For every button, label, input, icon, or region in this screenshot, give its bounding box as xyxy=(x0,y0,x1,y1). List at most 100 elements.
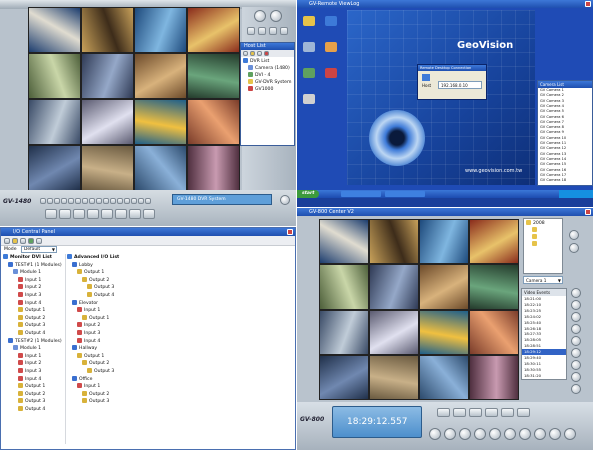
tree-item[interactable]: Output 1 xyxy=(18,383,45,390)
camera-view[interactable] xyxy=(187,7,240,53)
camera-number-button[interactable] xyxy=(82,198,88,204)
tree-item[interactable]: Output 3 xyxy=(18,322,45,329)
toolbar-help-icon[interactable] xyxy=(36,238,42,244)
camera-view[interactable] xyxy=(134,99,187,145)
dvr-function-button[interactable] xyxy=(73,209,85,219)
toolbar-delete-icon[interactable] xyxy=(250,51,255,56)
tree-item[interactable]: Office xyxy=(72,375,92,383)
tree-item[interactable]: Output 4 xyxy=(87,292,114,299)
tree-item[interactable]: Output 3 xyxy=(18,398,45,405)
tree-header[interactable]: Monitor DVI List xyxy=(3,254,52,261)
tree-item[interactable]: Output 2 xyxy=(18,390,45,398)
host-list-item[interactable]: DVI - 4 xyxy=(248,72,270,79)
camera-view[interactable] xyxy=(469,354,519,400)
tree-item[interactable]: Output 1 xyxy=(18,307,45,314)
dvr-pad-button[interactable] xyxy=(258,27,266,35)
side-control-button[interactable] xyxy=(571,288,581,298)
tree-item[interactable]: Input 3 xyxy=(18,368,41,375)
mode-button[interactable] xyxy=(469,408,482,417)
tree-item[interactable]: TEST#1 (1 Modules) xyxy=(8,261,62,269)
tree-item[interactable]: Output 2 xyxy=(82,390,109,398)
tree-header[interactable]: Advanced I/O List xyxy=(67,254,119,261)
playback-control-button[interactable] xyxy=(474,428,486,440)
mode-button[interactable] xyxy=(501,408,514,417)
close-icon[interactable] xyxy=(585,1,591,7)
nav-round-button[interactable] xyxy=(569,230,579,240)
camera-number-button[interactable] xyxy=(110,198,116,204)
camera-number-button[interactable] xyxy=(54,198,60,204)
camera-number-button[interactable] xyxy=(131,198,137,204)
playback-control-button[interactable] xyxy=(504,428,516,440)
tree-item[interactable]: Elevator xyxy=(72,299,98,307)
camera-view[interactable] xyxy=(81,145,134,191)
camera-view[interactable] xyxy=(81,53,134,99)
toolbar-connect-icon[interactable] xyxy=(264,51,269,56)
tree-item[interactable]: Output 2 xyxy=(82,276,109,284)
camera-view[interactable] xyxy=(369,264,419,310)
camera-view[interactable] xyxy=(319,264,369,310)
tree-item[interactable]: Lobby xyxy=(72,261,93,269)
camera-view[interactable] xyxy=(187,145,240,191)
mode-button[interactable] xyxy=(485,408,498,417)
camera-number-button[interactable] xyxy=(124,198,130,204)
tree-item[interactable]: Module 1 xyxy=(13,269,41,276)
camera-view[interactable] xyxy=(81,99,134,145)
camera-view[interactable] xyxy=(187,99,240,145)
tree-node[interactable] xyxy=(532,234,539,241)
camera-view[interactable] xyxy=(369,354,419,400)
playback-control-button[interactable] xyxy=(564,428,576,440)
tree-item[interactable]: Output 2 xyxy=(18,314,45,322)
tree-item[interactable]: Input 1 xyxy=(77,383,100,390)
dvr-pad-button[interactable] xyxy=(247,27,255,35)
side-control-button[interactable] xyxy=(571,324,581,334)
dvr-function-button[interactable] xyxy=(115,209,127,219)
tree-item[interactable]: Input 4 xyxy=(77,337,100,345)
desktop-icon[interactable] xyxy=(303,94,315,104)
side-control-button[interactable] xyxy=(571,336,581,346)
close-icon[interactable] xyxy=(287,229,293,235)
side-control-button[interactable] xyxy=(571,300,581,310)
tree-item[interactable]: Input 1 xyxy=(18,352,41,360)
camera-view[interactable] xyxy=(419,219,469,265)
camera-view[interactable] xyxy=(28,99,81,145)
camera-view[interactable] xyxy=(319,309,369,355)
camera-view[interactable] xyxy=(419,264,469,310)
dvr-function-button[interactable] xyxy=(45,209,57,219)
toolbar-settings-icon[interactable] xyxy=(20,238,26,244)
tree-item[interactable]: Hallway xyxy=(72,345,97,352)
playback-control-button[interactable] xyxy=(459,428,471,440)
camera-number-button[interactable] xyxy=(103,198,109,204)
desktop-icon[interactable] xyxy=(325,68,337,78)
camera-view[interactable] xyxy=(419,309,469,355)
tree-item[interactable]: Output 1 xyxy=(77,269,104,276)
side-control-button[interactable] xyxy=(571,372,581,382)
camera-view[interactable] xyxy=(134,53,187,99)
camera-number-button[interactable] xyxy=(68,198,74,204)
toolbar-add-icon[interactable] xyxy=(243,51,248,56)
tree-item[interactable]: Output 3 xyxy=(87,368,114,375)
toolbar-edit-icon[interactable] xyxy=(257,51,262,56)
dvr-function-button[interactable] xyxy=(129,209,141,219)
side-control-button[interactable] xyxy=(571,360,581,370)
playback-control-button[interactable] xyxy=(444,428,456,440)
tree-node[interactable] xyxy=(532,227,539,234)
dvr-pad-button[interactable] xyxy=(280,27,288,35)
dialog-host-input[interactable]: 192.168.0.10 xyxy=(438,81,482,89)
mode-button[interactable] xyxy=(517,408,530,417)
camera-view[interactable] xyxy=(134,7,187,53)
camera-view[interactable] xyxy=(369,309,419,355)
camera-number-button[interactable] xyxy=(145,198,151,204)
camera-number-button[interactable] xyxy=(40,198,46,204)
dvr-pad-button[interactable] xyxy=(269,27,277,35)
host-list-item[interactable]: DVR List xyxy=(243,58,269,65)
tree-item[interactable]: Output 3 xyxy=(82,398,109,405)
tree-item[interactable]: Input 3 xyxy=(77,330,100,337)
video-event-item[interactable]: 18:31:20 xyxy=(522,373,566,379)
desktop-icon[interactable] xyxy=(325,16,337,26)
camera-view[interactable] xyxy=(319,354,369,400)
camera-view[interactable] xyxy=(469,309,519,355)
tree-item[interactable]: Input 2 xyxy=(18,360,41,367)
tree-item[interactable]: Output 4 xyxy=(18,330,45,337)
camera-view[interactable] xyxy=(319,219,369,265)
mode-button[interactable] xyxy=(453,408,466,417)
